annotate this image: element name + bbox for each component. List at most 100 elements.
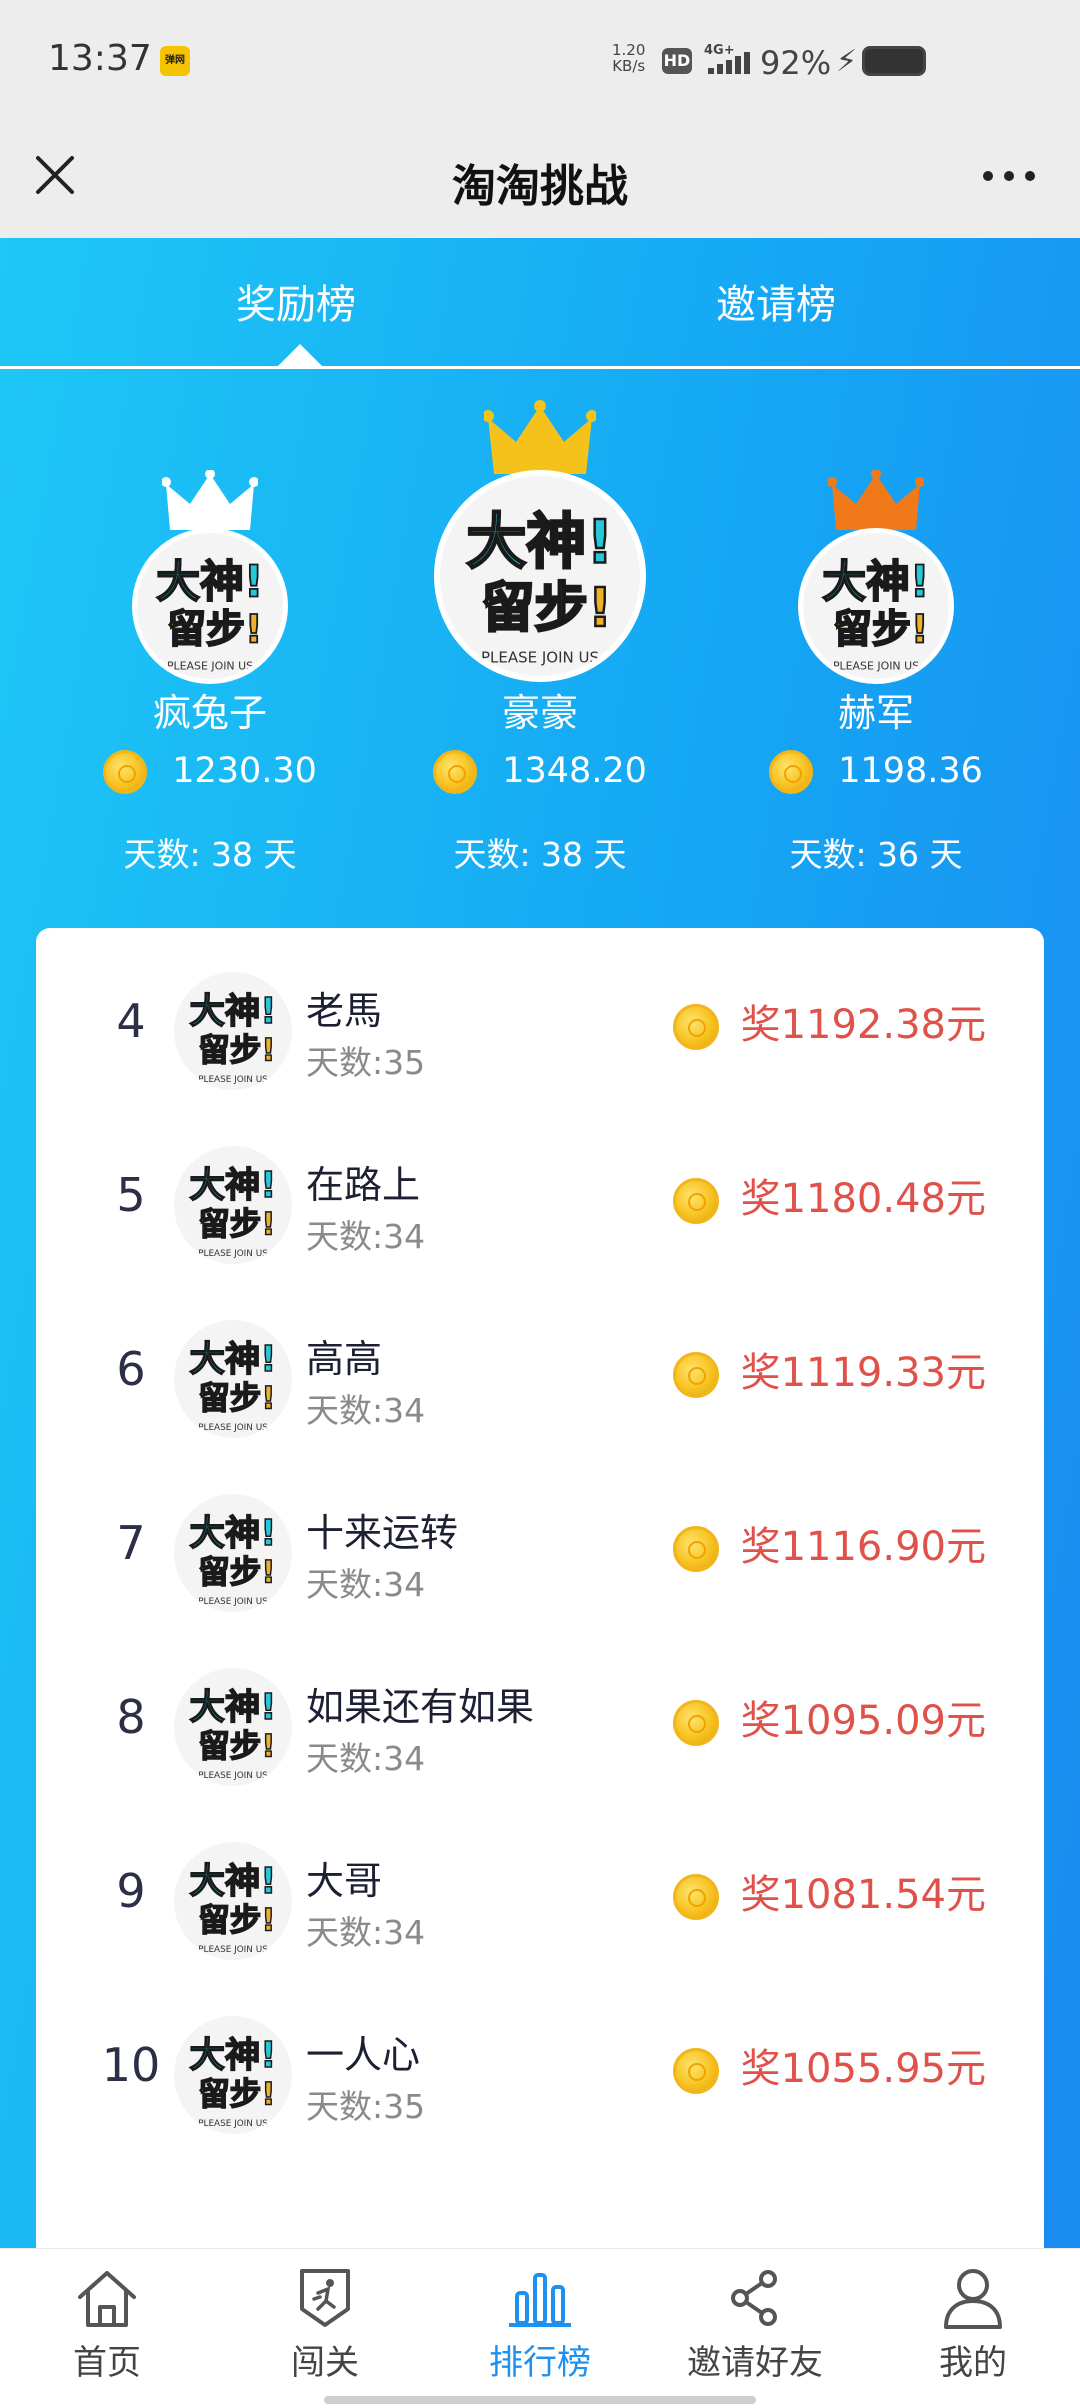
- nav-challenge[interactable]: 闯关: [240, 2267, 410, 2384]
- bar-chart-icon: [509, 2273, 571, 2327]
- reward-amount: 奖1095.09元: [672, 1688, 986, 1746]
- coin-icon: [672, 1874, 719, 1920]
- avatar: 大神! 留步! PLEASE JOIN US: [798, 528, 954, 684]
- more-options-icon[interactable]: [974, 146, 1044, 206]
- nav-challenge-label: 闯关: [291, 2343, 359, 2383]
- podium-coins: 1230.30: [60, 750, 360, 794]
- nav-home-label: 首页: [73, 2343, 141, 2383]
- avatar-image: 大神!留步! PLEASE JOIN US: [174, 2016, 292, 2134]
- svg-text:留步!: 留步!: [167, 608, 263, 653]
- charging-icon: ⚡: [836, 44, 858, 79]
- avatar-image: 大神!留步! PLEASE JOIN US: [174, 1494, 292, 1612]
- crown-icon: [484, 400, 596, 474]
- tab-invite-board[interactable]: 邀请榜: [716, 272, 836, 330]
- user-days: 天数:34: [306, 1565, 426, 1604]
- battery-percent: 92%: [760, 44, 832, 82]
- svg-text:留步!: 留步!: [198, 1033, 275, 1069]
- tab-divider: [0, 366, 1080, 369]
- list-item[interactable]: 9 大神! 留步! PLEASE JOIN US 大哥 天数:34 奖1081.54元: [36, 1814, 1044, 1988]
- nav-mine-label: 我的: [939, 2343, 1007, 2383]
- nav-mine[interactable]: 我的: [888, 2267, 1058, 2384]
- svg-text:大神!: 大神!: [190, 1513, 277, 1554]
- list-item[interactable]: 5 大神! 留步! PLEASE JOIN US 在路上 天数:34 奖1180.48元: [36, 1118, 1044, 1292]
- rank-number: 10: [101, 2038, 161, 2092]
- reward-text: 奖1116.90元: [740, 1524, 986, 1570]
- coin-icon: [672, 1178, 719, 1224]
- svg-text:PLEASE JOIN US: PLEASE JOIN US: [198, 1075, 268, 1085]
- svg-text:PLEASE JOIN US: PLEASE JOIN US: [167, 659, 253, 672]
- nav-home[interactable]: 首页: [22, 2267, 192, 2384]
- tab-reward-board[interactable]: 奖励榜: [236, 272, 356, 330]
- top-app-bar: 淘淘挑战: [0, 120, 1080, 238]
- user-name: 一人心: [306, 2033, 421, 2077]
- app-notification-icon: 弹网: [160, 46, 190, 76]
- home-icon: [78, 2271, 136, 2327]
- battery-icon: [862, 46, 926, 76]
- podium-days: 天数: 38 天: [453, 835, 627, 874]
- reward-amount: 奖1116.90元: [672, 1514, 986, 1572]
- user-days: 天数:35: [306, 2087, 426, 2126]
- reward-text: 奖1081.54元: [740, 1872, 986, 1918]
- list-item[interactable]: 6 大神! 留步! PLEASE JOIN US 高高 天数:34 奖1119.33元: [36, 1292, 1044, 1466]
- bottom-navigation: 首页 闯关 排行榜 邀请好友 我的: [0, 2248, 1080, 2408]
- signal-label: 4G+: [704, 43, 735, 58]
- nav-invite-friends[interactable]: 邀请好友: [670, 2267, 840, 2384]
- coin-icon: [672, 2048, 719, 2094]
- svg-text:PLEASE JOIN US: PLEASE JOIN US: [198, 1597, 268, 1607]
- crown-icon: [828, 470, 924, 530]
- list-item[interactable]: 8 大神! 留步! PLEASE JOIN US 如果还有如果 天数:34 奖1095.09…: [36, 1640, 1044, 1814]
- user-icon: [944, 2269, 1002, 2329]
- rank-number: 4: [116, 994, 146, 1048]
- reward-text: 奖1055.95元: [740, 2046, 986, 2092]
- reward-amount: 奖1081.54元: [672, 1862, 986, 1920]
- avatar: 大神! 留步! PLEASE JOIN US: [132, 528, 288, 684]
- rank-number: 5: [116, 1168, 146, 1222]
- reward-text: 奖1119.33元: [740, 1350, 986, 1396]
- podium-coins: 1348.20: [390, 750, 690, 794]
- status-time: 13:37: [48, 38, 152, 79]
- svg-text:留步!: 留步!: [198, 1381, 275, 1417]
- nav-ranking[interactable]: 排行榜: [455, 2267, 625, 2384]
- avatar: 大神! 留步! PLEASE JOIN US: [174, 2016, 292, 2134]
- svg-text:PLEASE JOIN US: PLEASE JOIN US: [198, 1423, 268, 1433]
- list-item[interactable]: 4 大神! 留步! PLEASE JOIN US 老馬 天数:35 奖1192.38元: [36, 944, 1044, 1118]
- coin-icon: [672, 1352, 719, 1398]
- coin-icon: [672, 1700, 719, 1746]
- svg-text:留步!: 留步!: [198, 2077, 275, 2113]
- avatar-image: 大神! 留步! PLEASE JOIN US: [137, 533, 283, 679]
- list-item[interactable]: 7 大神! 留步! PLEASE JOIN US 十来运转 天数:34 奖1116.90元: [36, 1466, 1044, 1640]
- avatar-image: 大神! 留步! PLEASE JOIN US: [803, 533, 949, 679]
- svg-text:大神!: 大神!: [190, 1687, 277, 1728]
- svg-text:大神!: 大神!: [190, 1861, 277, 1902]
- avatar-image: 大神!留步! PLEASE JOIN US: [174, 1668, 292, 1786]
- hd-icon: HD: [662, 48, 692, 74]
- avatar-image: 大神!留步! PLEASE JOIN US: [174, 1842, 292, 1960]
- active-tab-indicator: [276, 344, 324, 368]
- avatar: 大神! 留步! PLEASE JOIN US: [174, 1320, 292, 1438]
- podium-name: 豪豪: [501, 691, 578, 735]
- svg-text:留步!: 留步!: [481, 576, 612, 639]
- network-speed-unit: KB/s: [612, 57, 646, 75]
- rank-number: 7: [116, 1516, 146, 1570]
- svg-text:PLEASE JOIN US: PLEASE JOIN US: [833, 659, 919, 672]
- podium-coin-value: 1230.30: [172, 751, 317, 791]
- reward-text: 奖1192.38元: [740, 1002, 986, 1048]
- svg-text:PLEASE JOIN US: PLEASE JOIN US: [481, 649, 599, 667]
- avatar: 大神! 留步! PLEASE JOIN US: [174, 972, 292, 1090]
- svg-text:大神!: 大神!: [190, 1339, 277, 1380]
- badge-runner-icon: [300, 2269, 350, 2327]
- list-item[interactable]: 10 大神! 留步! PLEASE JOIN US 一人心天数:35 奖1055.95元: [36, 1988, 1044, 2162]
- coin-icon: [433, 750, 478, 794]
- rank-number: 9: [116, 1864, 146, 1918]
- nav-ranking-label: 排行榜: [489, 2343, 591, 2383]
- user-days: 天数:34: [306, 1739, 426, 1778]
- nav-invite-friends-label: 邀请好友: [687, 2343, 823, 2383]
- podium-coins: 1198.36: [726, 750, 1026, 794]
- home-indicator[interactable]: [324, 2396, 756, 2404]
- coin-icon: [672, 1004, 719, 1050]
- signal-icon: 4G+: [704, 43, 750, 74]
- svg-text:留步!: 留步!: [198, 1729, 275, 1765]
- user-days: 天数:34: [306, 1391, 426, 1430]
- reward-amount: 奖1192.38元: [672, 992, 986, 1050]
- svg-text:大神!: 大神!: [822, 556, 930, 607]
